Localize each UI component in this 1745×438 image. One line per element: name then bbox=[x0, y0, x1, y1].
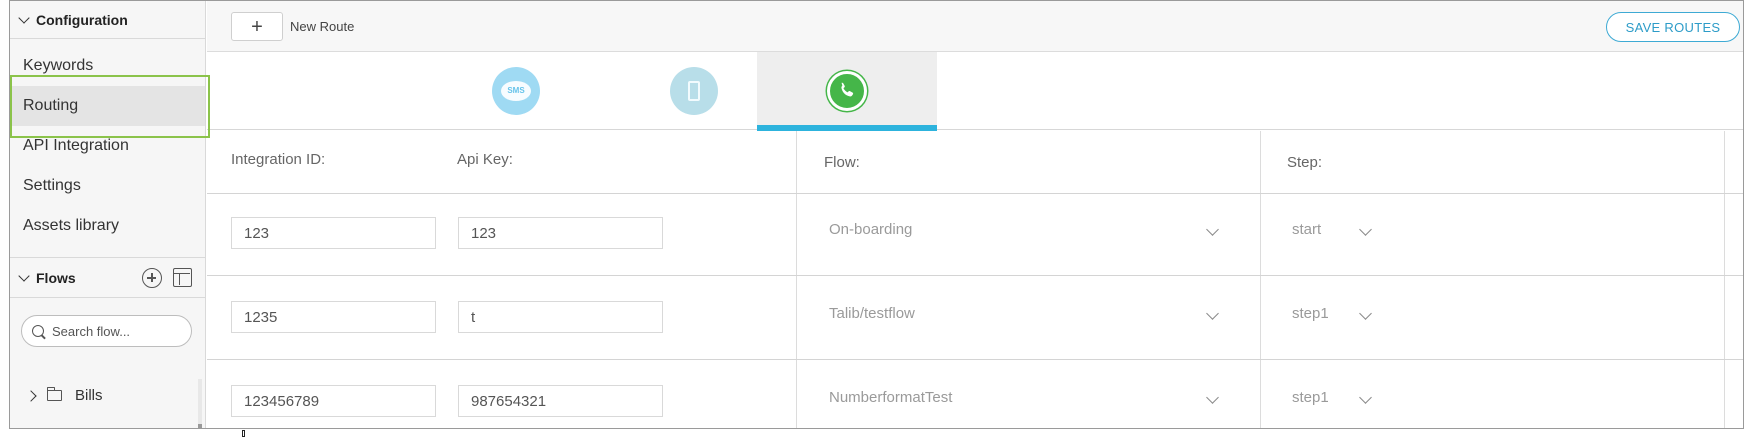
integration-id-input[interactable] bbox=[231, 301, 436, 333]
sidebar-item-api-integration[interactable]: API Integration bbox=[10, 126, 205, 166]
chevron-down-icon bbox=[1359, 391, 1372, 404]
folder-label: Bills bbox=[75, 387, 103, 404]
integration-id-input[interactable] bbox=[231, 217, 436, 249]
sms-icon: SMS bbox=[492, 67, 540, 115]
header-flow: Flow: bbox=[824, 154, 860, 171]
flows-section-header[interactable]: Flows bbox=[10, 258, 206, 298]
sidebar-item-keywords[interactable]: Keywords bbox=[10, 46, 205, 86]
api-key-input[interactable] bbox=[458, 385, 663, 417]
add-route-button[interactable]: + bbox=[231, 12, 283, 41]
chevron-down-icon bbox=[1359, 307, 1372, 320]
chevron-down-icon bbox=[1206, 391, 1219, 404]
main-panel: + New Route SAVE ROUTES SMS Integration … bbox=[207, 1, 1743, 428]
layout-icon[interactable] bbox=[173, 268, 192, 287]
phone-icon bbox=[670, 67, 718, 115]
chevron-down-icon bbox=[1206, 307, 1219, 320]
flow-select-value: NumberformatTest bbox=[829, 389, 953, 406]
sidebar-item-assets-library[interactable]: Assets library bbox=[10, 206, 205, 246]
sidebar-item-settings[interactable]: Settings bbox=[10, 166, 205, 206]
column-divider bbox=[1260, 131, 1261, 428]
configuration-menu: Keywords Routing API Integration Setting… bbox=[10, 39, 205, 246]
channel-tabs: SMS bbox=[207, 52, 1743, 131]
new-route-label: New Route bbox=[290, 19, 355, 34]
routes-table: Integration ID: Api Key: Flow: Step: On-… bbox=[207, 131, 1743, 428]
sidebar-item-label: Settings bbox=[23, 177, 81, 194]
configuration-title: Configuration bbox=[36, 11, 128, 28]
save-routes-button[interactable]: SAVE ROUTES bbox=[1606, 12, 1740, 42]
sidebar-item-label: Assets library bbox=[23, 217, 120, 234]
add-flow-icon[interactable] bbox=[142, 268, 162, 288]
sidebar-item-label: API Integration bbox=[23, 137, 129, 154]
step-select-value: start bbox=[1292, 221, 1322, 238]
step-select-value: step1 bbox=[1292, 305, 1329, 322]
app-window: Configuration Keywords Routing API Integ… bbox=[9, 0, 1744, 429]
sidebar-item-label: Keywords bbox=[23, 57, 94, 74]
chevron-down-icon bbox=[1206, 223, 1219, 236]
flow-select-value: Talib/testflow bbox=[829, 305, 915, 322]
row-divider bbox=[207, 275, 1743, 276]
flow-select-value: On-boarding bbox=[829, 221, 913, 238]
search-flow-box bbox=[21, 315, 192, 347]
column-divider bbox=[1724, 131, 1725, 428]
whatsapp-icon bbox=[827, 71, 867, 111]
sms-icon-text: SMS bbox=[501, 81, 531, 101]
api-key-input[interactable] bbox=[458, 301, 663, 333]
text-cursor-icon bbox=[242, 430, 245, 437]
sidebar: Configuration Keywords Routing API Integ… bbox=[10, 1, 206, 428]
tree-folder-bills[interactable]: Bills bbox=[25, 387, 103, 404]
header-integration-id: Integration ID: bbox=[231, 151, 326, 168]
api-key-input[interactable] bbox=[458, 217, 663, 249]
sidebar-scrollbar[interactable] bbox=[198, 379, 202, 428]
chevron-right-icon[interactable] bbox=[25, 389, 37, 402]
chevron-down-icon bbox=[18, 11, 30, 24]
tab-sms[interactable]: SMS bbox=[449, 52, 583, 130]
toolbar: + New Route SAVE ROUTES bbox=[207, 1, 1743, 52]
step-select-value: step1 bbox=[1292, 389, 1329, 406]
header-step: Step: bbox=[1287, 154, 1323, 171]
chevron-down-icon bbox=[18, 269, 30, 282]
row-divider bbox=[207, 193, 1743, 194]
tab-whatsapp[interactable] bbox=[757, 52, 937, 131]
search-icon bbox=[32, 325, 44, 337]
column-divider bbox=[796, 131, 797, 428]
integration-id-input[interactable] bbox=[231, 385, 436, 417]
chevron-down-icon bbox=[1359, 223, 1372, 236]
configuration-section-header[interactable]: Configuration bbox=[10, 1, 205, 39]
header-api-key: Api Key: bbox=[457, 151, 513, 168]
flows-actions bbox=[142, 268, 192, 288]
sidebar-item-routing[interactable]: Routing bbox=[10, 86, 205, 126]
row-divider bbox=[207, 359, 1743, 360]
phone-handset-icon bbox=[841, 82, 854, 97]
sidebar-item-label: Routing bbox=[23, 97, 79, 114]
tab-voice[interactable] bbox=[627, 52, 761, 130]
flows-title: Flows bbox=[36, 269, 76, 286]
search-flow-input[interactable] bbox=[52, 323, 182, 339]
folder-icon bbox=[46, 387, 62, 401]
